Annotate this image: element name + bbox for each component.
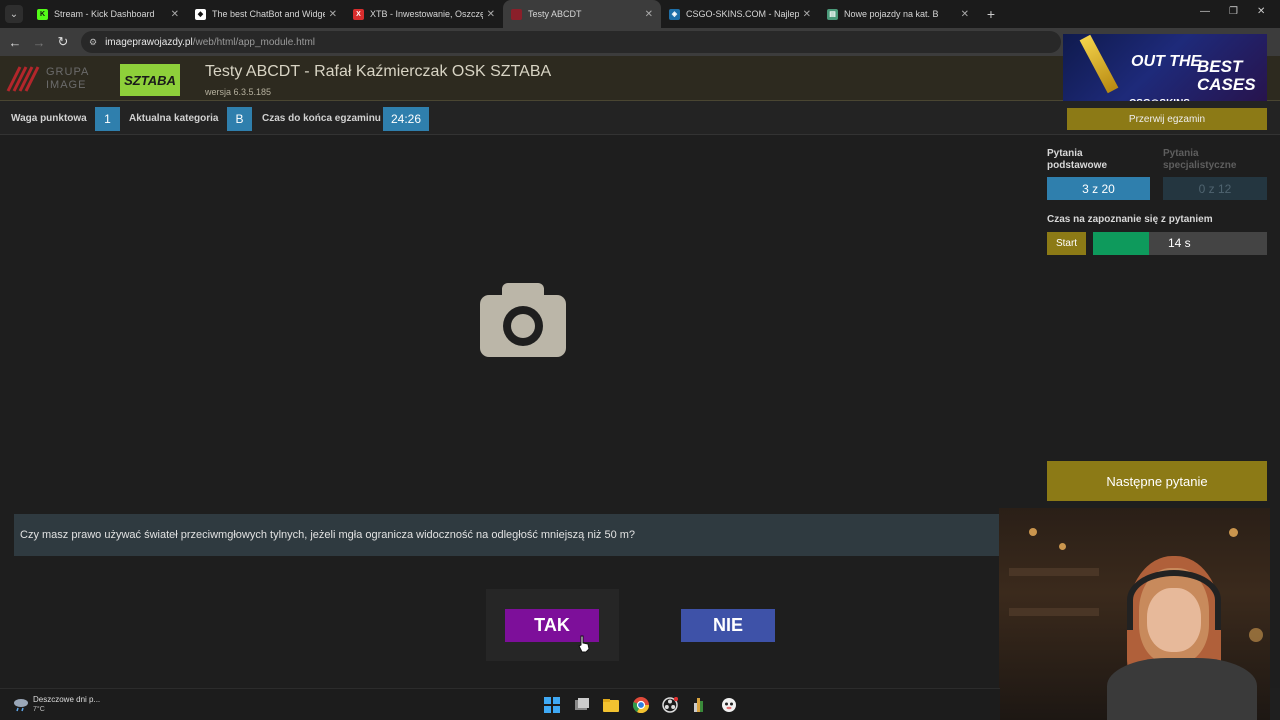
streamer-body — [1107, 658, 1257, 720]
reload-icon[interactable]: ↻ — [51, 34, 75, 50]
page-title: Testy ABCDT - Rafał Kaźmierczak OSK SZTA… — [205, 63, 552, 80]
browser-tab[interactable]: ▤ Nowe pojazdy na kat. B ✕ — [819, 0, 977, 28]
reading-time-label: Czas na zapoznanie się z pytaniem — [1047, 214, 1213, 225]
fairy-light — [1029, 528, 1037, 536]
tab-close-icon[interactable]: ✕ — [171, 9, 179, 20]
task-view-icon[interactable] — [574, 697, 590, 713]
question-text-bar: Czy masz prawo używać świateł przeciwmgł… — [14, 514, 1000, 556]
minimize-icon[interactable]: — — [1200, 6, 1210, 17]
category-label: Aktualna kategoria — [129, 113, 219, 124]
url-path: /web/html/app_module.html — [192, 36, 316, 48]
reading-timer-fill — [1093, 232, 1149, 255]
basic-questions-counter: 3 z 20 — [1047, 177, 1150, 200]
browser-tab[interactable]: Testy ABCDT ✕ — [503, 0, 661, 28]
tab-close-icon[interactable]: ✕ — [961, 9, 969, 20]
tab-favicon-icon — [511, 8, 522, 20]
maximize-icon[interactable]: ❐ — [1229, 6, 1238, 17]
tab-close-icon[interactable]: ✕ — [487, 9, 495, 20]
shelf — [1009, 608, 1099, 616]
tab-close-icon[interactable]: ✕ — [803, 9, 811, 20]
windows-start-icon[interactable] — [544, 697, 560, 713]
tab-favicon-icon: ◈ — [669, 8, 680, 20]
browser-tab[interactable]: ◈ CSGO-SKINS.COM - Najlepsze ✕ — [661, 0, 819, 28]
app-icon[interactable] — [691, 697, 707, 713]
knife-icon — [1079, 34, 1119, 94]
camera-icon — [480, 283, 566, 357]
start-button[interactable]: Start — [1047, 232, 1086, 255]
weight-value: 1 — [95, 107, 120, 131]
browser-tab[interactable]: X XTB - Inwestowanie, Oszczędno ✕ — [345, 0, 503, 28]
weather-title[interactable]: Deszczowe dni p... — [33, 695, 100, 704]
headset — [1127, 570, 1221, 630]
file-explorer-icon[interactable] — [603, 697, 619, 713]
new-tab-button[interactable]: + — [981, 6, 1001, 22]
screen: { "browser": { "tabs": [ {"title": "Stre… — [0, 0, 1280, 720]
reading-timer-bar: 14 s — [1093, 232, 1267, 255]
chrome-icon[interactable] — [633, 697, 649, 713]
tab-title: Nowe pojazdy na kat. B — [844, 9, 939, 19]
time-left-label: Czas do końca egzaminu — [262, 113, 381, 124]
no-button[interactable]: NIE — [681, 609, 775, 642]
basic-questions-label: Pytania podstawowe — [1047, 148, 1108, 171]
close-window-icon[interactable]: ✕ — [1257, 6, 1265, 17]
reading-timer-text: 14 s — [1168, 236, 1191, 250]
grupa-logo-text: GRUPA IMAGE — [46, 66, 89, 91]
fairy-light — [1229, 528, 1238, 537]
shelf — [1009, 568, 1099, 576]
stripes-logo-icon — [6, 66, 40, 92]
url-field[interactable]: ⚙ imageprawojazdy.pl/web/html/app_module… — [81, 31, 1061, 53]
category-value: B — [227, 107, 252, 131]
site-info-icon[interactable]: ⚙ — [89, 37, 97, 48]
ad-line-1: OUT THE — [1131, 53, 1202, 70]
tab-favicon-icon: ◆ — [195, 8, 206, 20]
grupa-image-logo: GRUPA IMAGE — [6, 65, 94, 93]
tab-title: The best ChatBot and Widgets — [212, 9, 325, 19]
windows-taskbar: Deszczowe dni p... 7°C — [0, 688, 1000, 720]
rain-cloud-icon[interactable] — [12, 695, 30, 713]
browser-tab-strip: ⌄ K Stream - Kick Dashboard ✕ ◆ The best Cha… — [0, 0, 1280, 28]
time-left-value: 24:26 — [383, 107, 429, 131]
tab-favicon-icon: K — [37, 8, 48, 20]
sztaba-logo: SZTABA — [120, 64, 180, 96]
app-version: wersja 6.3.5.185 — [205, 87, 272, 97]
ad-line-2: BEST CASES — [1197, 57, 1256, 94]
specialist-questions-counter: 0 z 12 — [1163, 177, 1267, 200]
tab-close-icon[interactable]: ✕ — [329, 9, 337, 20]
lamp — [1249, 628, 1263, 642]
fairy-light — [1059, 543, 1066, 550]
specialist-questions-label: Pytania specjalistyczne — [1163, 148, 1237, 171]
tab-search-button[interactable]: ⌄ — [5, 5, 23, 23]
tab-close-icon[interactable]: ✕ — [645, 9, 653, 20]
tab-title: Stream - Kick Dashboard — [54, 9, 155, 19]
question-text: Czy masz prawo używać świateł przeciwmgł… — [20, 529, 636, 541]
next-question-button[interactable]: Następne pytanie — [1047, 461, 1267, 501]
browser-tab[interactable]: ◆ The best ChatBot and Widgets ✕ — [187, 0, 345, 28]
browser-tab[interactable]: K Stream - Kick Dashboard ✕ — [29, 0, 187, 28]
stream-ad-overlay: OUT THE BEST CASES CSG◎SKINS — [1063, 34, 1267, 110]
tab-favicon-icon: X — [353, 8, 364, 20]
mascot-app-icon[interactable] — [721, 697, 737, 713]
back-arrow-icon[interactable]: ← — [3, 35, 27, 50]
hand-cursor-icon — [578, 635, 590, 653]
obs-icon[interactable] — [662, 697, 678, 713]
tab-title: Testy ABCDT — [528, 9, 582, 19]
streamer-webcam — [999, 508, 1270, 720]
weather-temperature: 7°C — [33, 706, 45, 713]
tab-favicon-icon: ▤ — [827, 8, 838, 20]
tab-title: XTB - Inwestowanie, Oszczędno — [370, 9, 483, 19]
forward-arrow-icon[interactable]: → — [27, 35, 51, 50]
url-host: imageprawojazdy.pl — [105, 36, 193, 48]
interrupt-exam-button[interactable]: Przerwij egzamin — [1067, 108, 1267, 130]
weight-label: Waga punktowa — [11, 113, 87, 124]
tab-title: CSGO-SKINS.COM - Najlepsze — [686, 9, 799, 19]
